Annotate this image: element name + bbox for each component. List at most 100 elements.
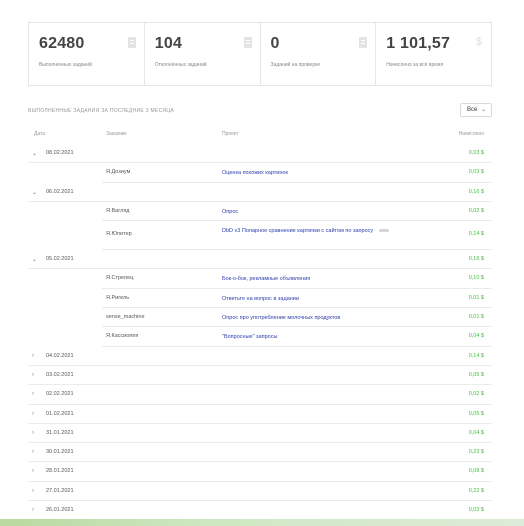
row-amount: 0,03 $ — [468, 507, 484, 514]
column-header-customer[interactable]: Заказчик — [106, 131, 127, 137]
row-date: 04.02.2021 — [46, 352, 74, 359]
document-icon — [243, 37, 252, 48]
stat-label: Отклонённых заданий — [154, 62, 207, 68]
date-group-row[interactable]: › 03.02.2021 0,05 $ — [28, 366, 492, 386]
row-date: 06.02.2021 — [46, 188, 74, 195]
chevron-right-icon[interactable]: › — [32, 507, 34, 513]
date-group-row[interactable]: ⌄ 06.02.2021 0,16 $ — [28, 183, 492, 202]
chevron-down-icon[interactable]: ⌄ — [32, 189, 37, 196]
stat-value: 62480 — [39, 35, 85, 52]
chevron-right-icon[interactable]: › — [32, 411, 34, 417]
table-header: Дата Заказчик Проект Начислено — [28, 126, 492, 144]
task-row: Я.Вагляд Опрос 0,02 $ — [102, 202, 492, 222]
stat-pending: 0 Заданий на проверке — [261, 23, 377, 85]
chevron-down-icon[interactable]: ⌄ — [32, 256, 37, 263]
row-project-link[interactable]: DbD v3 Попарное сравнение картинки с сай… — [222, 227, 402, 235]
row-project-text[interactable]: Опрос — [222, 209, 238, 215]
date-group-row[interactable]: › 30.01.2021 0,23 $ — [28, 443, 492, 463]
row-date: 28.01.2021 — [46, 468, 74, 475]
row-date: 03.02.2021 — [46, 371, 74, 378]
row-date: 02.02.2021 — [46, 391, 74, 398]
document-icon — [359, 37, 368, 48]
row-project-text[interactable]: Опрос про употребление молочных продукто… — [222, 315, 340, 321]
row-project-link[interactable]: Опрос про употребление молочных продукто… — [222, 314, 402, 322]
row-amount: 0,03 $ — [468, 169, 484, 176]
date-group-row[interactable]: › 01.02.2021 0,05 $ — [28, 405, 492, 424]
period-select[interactable]: Все ⌄ — [460, 103, 492, 117]
row-date: 05.02.2021 — [46, 256, 74, 263]
chevron-right-icon[interactable]: › — [32, 488, 34, 494]
row-amount: 0,02 $ — [468, 391, 484, 398]
date-group-row[interactable]: › 27.01.2021 0,22 $ — [28, 482, 492, 502]
task-row: Я.Стрелец Бок-о-бок, рекламные объявления… — [102, 269, 492, 289]
date-group-row[interactable]: ⌄ 08.02.2021 0,03 $ — [28, 144, 492, 164]
date-group-row[interactable]: › 31.01.2021 0,04 $ — [28, 424, 492, 444]
row-amount: 0,10 $ — [468, 275, 484, 282]
tag-icon — [379, 229, 390, 233]
date-group-row[interactable]: › 26.01.2021 0,03 $ — [28, 501, 492, 521]
row-project-link[interactable]: Опрос — [222, 208, 402, 216]
row-amount: 0,16 $ — [468, 256, 484, 263]
stat-label: Выполненных заданий — [39, 62, 92, 68]
chevron-right-icon[interactable]: › — [32, 391, 34, 397]
row-customer: Я.Дозиум — [106, 169, 131, 176]
taskbar — [0, 519, 524, 526]
row-project-text[interactable]: Оценка похожих картинок — [222, 170, 288, 176]
chevron-down-icon: ⌄ — [480, 107, 486, 113]
stat-value: 1 101,57 — [386, 35, 451, 52]
row-date: 30.01.2021 — [46, 449, 74, 456]
row-project-link[interactable]: Ответьте на вопрос в задании — [222, 295, 402, 303]
row-customer: Я.Стрелец — [106, 275, 134, 282]
row-customer: sense_machine — [106, 314, 145, 321]
row-project-link[interactable]: Бок-о-бок, рекламные объявления — [222, 275, 402, 283]
task-row: Я.Кассиопея "Вопросные" запросы 0,04 $ — [102, 327, 492, 347]
date-group-row[interactable]: › 28.01.2021 0,08 $ — [28, 462, 492, 482]
document-icon — [127, 37, 136, 48]
stat-earned: 1 101,57 Начислено за всё время $ — [376, 23, 491, 85]
column-header-amount[interactable]: Начислено — [459, 131, 484, 137]
row-customer: Я.Ригель — [106, 294, 130, 301]
chevron-right-icon[interactable]: › — [32, 468, 34, 474]
period-select-value: Все — [467, 107, 478, 113]
row-amount: 0,01 $ — [468, 294, 484, 301]
task-row: Я.Дозиум Оценка похожих картинок 0,03 $ — [102, 163, 492, 183]
column-header-date[interactable]: Дата — [34, 131, 45, 137]
chevron-down-icon[interactable]: ⌄ — [32, 150, 37, 157]
row-amount: 0,05 $ — [468, 410, 484, 417]
chevron-right-icon[interactable]: › — [32, 372, 34, 378]
row-amount: 0,22 $ — [468, 487, 484, 494]
row-project-text[interactable]: "Вопросные" запросы — [222, 334, 277, 340]
row-project-text[interactable]: Бок-о-бок, рекламные объявления — [222, 276, 310, 282]
row-amount: 0,16 $ — [468, 188, 484, 195]
row-project-text[interactable]: Ответьте на вопрос в задании — [222, 296, 299, 302]
row-customer: Я.Вагляд — [106, 207, 130, 214]
row-amount: 0,14 $ — [468, 231, 484, 238]
stat-rejected: 104 Отклонённых заданий — [145, 23, 261, 85]
chevron-right-icon[interactable]: › — [32, 449, 34, 455]
date-group-row[interactable]: ⌄ 05.02.2021 0,16 $ — [28, 250, 492, 270]
row-amount: 0,02 $ — [468, 207, 484, 214]
dollar-icon: $ — [475, 36, 483, 48]
tasks-table: Дата Заказчик Проект Начислено ⌄ 08.02.20… — [28, 126, 492, 521]
row-amount: 0,08 $ — [468, 468, 484, 475]
row-amount: 0,03 $ — [468, 150, 484, 156]
date-group-row[interactable]: › 02.02.2021 0,02 $ — [28, 385, 492, 405]
row-amount: 0,01 $ — [468, 314, 484, 321]
row-amount: 0,23 $ — [468, 449, 484, 456]
row-project-link[interactable]: "Вопросные" запросы — [222, 333, 402, 341]
section-title: Выполненные задания за последние 3 месяц… — [28, 108, 175, 114]
stat-completed: 62480 Выполненных заданий — [29, 23, 145, 85]
task-row: Я.Юпитер DbD v3 Попарное сравнение картин… — [102, 221, 492, 251]
stats-panel: 62480 Выполненных заданий 104 Отклонённы… — [28, 22, 492, 86]
row-project-text[interactable]: DbD v3 Попарное сравнение картинки с сай… — [222, 228, 373, 234]
row-customer: Я.Юпитер — [106, 231, 132, 238]
table-body: ⌄ 08.02.2021 0,03 $ Я.Дозиум Оценка похожих … — [28, 144, 492, 521]
column-header-project[interactable]: Проект — [222, 131, 238, 137]
stat-label: Начислено за всё время — [386, 62, 444, 68]
chevron-right-icon[interactable]: › — [32, 353, 34, 359]
chevron-right-icon[interactable]: › — [32, 430, 34, 436]
row-date: 08.02.2021 — [46, 150, 74, 156]
date-group-row[interactable]: › 04.02.2021 0,14 $ — [28, 347, 492, 366]
stat-label: Заданий на проверке — [270, 62, 321, 68]
row-project-link[interactable]: Оценка похожих картинок — [222, 169, 402, 177]
